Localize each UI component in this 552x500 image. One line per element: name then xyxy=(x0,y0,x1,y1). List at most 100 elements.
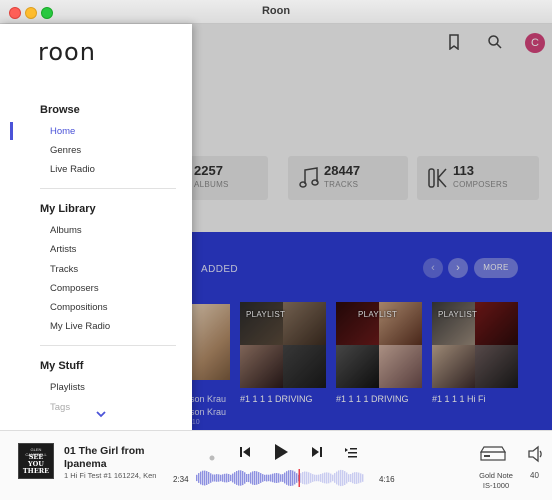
waveform-bar xyxy=(336,471,338,485)
waveform-bar xyxy=(324,472,326,484)
sidebar-item-home[interactable]: Home xyxy=(50,126,75,137)
waveform-bar xyxy=(244,472,246,484)
sidebar-item-albums[interactable]: Albums xyxy=(50,225,82,236)
waveform-bar xyxy=(332,474,334,482)
waveform-bar xyxy=(338,470,340,486)
waveform-bar xyxy=(316,474,318,482)
waveform-bar xyxy=(326,472,328,484)
waveform-bar xyxy=(308,472,310,484)
waveform-bar xyxy=(220,474,222,482)
waveform-bar xyxy=(314,474,316,482)
waveform-bar xyxy=(222,474,224,482)
waveform-bar xyxy=(230,474,232,482)
previous-track-icon[interactable] xyxy=(238,445,252,459)
waveform-bar xyxy=(318,474,320,482)
now-playing-album-art[interactable]: GLEN CAMPBELL SEE YOU THERE xyxy=(18,443,54,479)
title-bar: Roon xyxy=(0,0,552,24)
sidebar-item-genres[interactable]: Genres xyxy=(50,145,81,156)
waveform-bar xyxy=(344,471,346,485)
waveform-bar xyxy=(264,474,266,482)
waveform-bar xyxy=(362,474,364,482)
waveform-bar xyxy=(250,472,252,484)
radio-dot-icon[interactable] xyxy=(208,449,216,461)
queue-icon[interactable] xyxy=(344,445,358,459)
chevron-down-icon[interactable] xyxy=(95,408,107,420)
waveform-bar xyxy=(328,472,330,484)
window-title: Roon xyxy=(261,5,291,17)
waveform-bar xyxy=(302,472,304,484)
playhead-marker[interactable] xyxy=(298,469,301,487)
sidebar-item-tags[interactable]: Tags xyxy=(50,402,70,413)
waveform-bar xyxy=(212,474,214,482)
waveform-bar xyxy=(274,473,276,483)
volume-icon[interactable] xyxy=(527,445,545,463)
waveform-bar xyxy=(350,474,352,483)
divider xyxy=(40,345,176,346)
sidebar-drawer: roon Browse Home Genres Live Radio My Li… xyxy=(0,24,192,430)
section-heading-browse: Browse xyxy=(40,104,80,116)
waveform-bar xyxy=(246,474,248,482)
waveform-bar xyxy=(272,473,274,483)
section-heading-my-stuff: My Stuff xyxy=(40,360,84,372)
section-heading-my-library: My Library xyxy=(40,203,96,215)
album-art-title: SEE YOU THERE xyxy=(22,453,50,475)
waveform-bar xyxy=(276,473,278,483)
waveform-bar xyxy=(356,472,358,484)
sidebar-item-playlists[interactable]: Playlists xyxy=(50,382,85,393)
waveform-bar xyxy=(238,470,240,486)
waveform-bar xyxy=(340,469,342,487)
waveform-bar xyxy=(242,471,244,486)
waveform-bar xyxy=(258,472,260,484)
waveform-bar xyxy=(224,473,226,483)
waveform-bar xyxy=(310,473,312,483)
waveform-bar xyxy=(286,471,288,485)
waveform-bar xyxy=(226,473,228,483)
sidebar-item-live-radio[interactable]: Live Radio xyxy=(50,164,95,175)
roon-logo: roon xyxy=(38,38,96,66)
waveform-bar xyxy=(252,471,254,485)
waveform-bar xyxy=(196,474,198,482)
sidebar-item-composers[interactable]: Composers xyxy=(50,283,99,294)
divider xyxy=(40,188,176,189)
waveform-bar xyxy=(312,474,314,482)
waveform-bar xyxy=(292,470,294,486)
waveform-bar xyxy=(214,474,216,482)
waveform-bar xyxy=(260,473,262,483)
device-line1: Gold Note xyxy=(479,471,513,480)
waveform-bar xyxy=(342,470,344,486)
waveform-bar xyxy=(282,474,284,482)
waveform-bar xyxy=(266,474,268,482)
elapsed-time: 2:34 xyxy=(173,475,189,484)
waveform-bar xyxy=(210,473,212,483)
waveform-bar xyxy=(300,473,302,483)
device-icon[interactable] xyxy=(479,445,507,463)
track-subtitle[interactable]: 1 Hi Fi Test #1 161224, Ken xyxy=(64,471,162,480)
sidebar-item-tracks[interactable]: Tracks xyxy=(50,264,78,275)
active-indicator xyxy=(10,122,13,140)
sidebar-item-artists[interactable]: Artists xyxy=(50,244,76,255)
volume-level: 40 xyxy=(530,471,539,480)
device-name[interactable]: Gold Note IS-1000 xyxy=(470,471,522,491)
sidebar-item-compositions[interactable]: Compositions xyxy=(50,302,108,313)
waveform-bar xyxy=(256,471,258,485)
waveform-bar xyxy=(322,473,324,483)
sidebar-item-my-live-radio[interactable]: My Live Radio xyxy=(50,321,110,332)
track-title[interactable]: 01 The Girl from Ipanema xyxy=(64,445,184,471)
waveform-bar xyxy=(280,474,282,482)
waveform-bar xyxy=(296,473,298,483)
waveform-bar xyxy=(218,474,220,482)
waveform-bar xyxy=(270,474,272,482)
waveform-bar xyxy=(206,471,208,485)
waveform-bar xyxy=(254,471,256,485)
waveform-bar xyxy=(232,473,234,483)
play-button[interactable] xyxy=(272,442,290,462)
waveform-bar xyxy=(248,473,250,483)
waveform-bar xyxy=(284,472,286,484)
device-line2: IS-1000 xyxy=(482,481,510,490)
waveform-bar xyxy=(198,473,200,483)
waveform-bar xyxy=(200,471,202,485)
next-track-icon[interactable] xyxy=(310,445,324,459)
waveform-bar xyxy=(348,474,350,482)
waveform-bar xyxy=(360,473,362,483)
waveform-seek-bar[interactable] xyxy=(196,469,364,487)
